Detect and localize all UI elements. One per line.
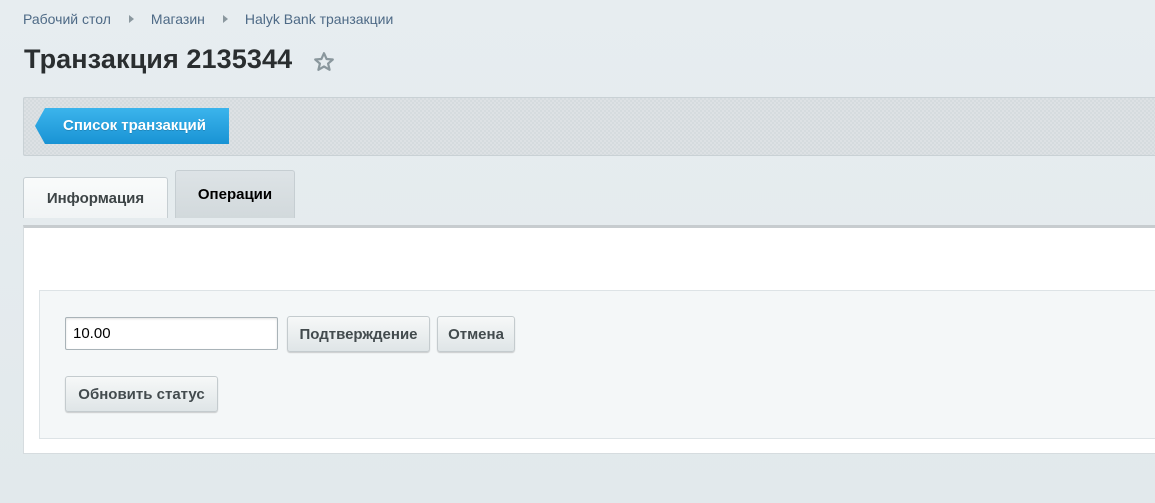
breadcrumb: Рабочий стол Магазин Halyk Bank транзакц… (23, 10, 393, 28)
confirm-button[interactable]: Подтверждение (287, 316, 430, 352)
refresh-status-button[interactable]: Обновить статус (65, 376, 218, 412)
amount-input[interactable] (65, 317, 278, 350)
star-icon[interactable] (312, 50, 336, 74)
cancel-button[interactable]: Отмена (437, 316, 515, 352)
breadcrumb-arrow-icon (222, 15, 228, 23)
tab-information[interactable]: Информация (23, 177, 168, 218)
breadcrumb-arrow-icon (128, 15, 134, 23)
transaction-list-back-button[interactable]: Список транзакций (35, 108, 229, 144)
page-title: Транзакция 2135344 (24, 44, 293, 74)
page: Рабочий стол Магазин Halyk Bank транзакц… (0, 0, 1155, 503)
breadcrumb-item-halyk-transactions[interactable]: Halyk Bank транзакции (245, 11, 393, 27)
operations-box: Подтверждение Отмена Обновить статус (39, 290, 1155, 439)
context-toolbar: Список транзакций (23, 97, 1155, 156)
tab-operations[interactable]: Операции (175, 170, 295, 218)
tab-content-panel: Подтверждение Отмена Обновить статус (23, 225, 1155, 454)
title-row: Транзакция 2135344 (24, 44, 336, 75)
breadcrumb-item-desktop[interactable]: Рабочий стол (23, 11, 111, 27)
breadcrumb-item-shop[interactable]: Магазин (151, 11, 205, 27)
